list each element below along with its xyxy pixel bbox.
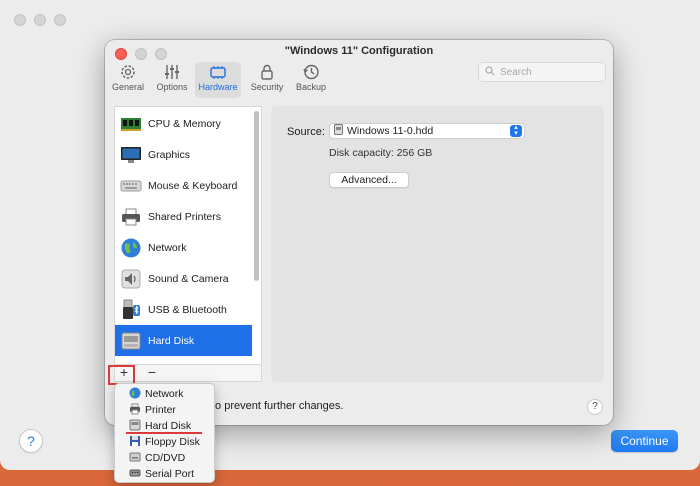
source-value: Windows 11-0.hdd	[347, 125, 434, 137]
printer-icon	[120, 206, 142, 228]
menu-item-serial-port[interactable]: Serial Port	[115, 466, 214, 482]
tab-hardware[interactable]: Hardware	[195, 62, 241, 98]
tab-label: Hardware	[198, 82, 238, 92]
menu-item-network[interactable]: Network	[115, 386, 214, 402]
search-input[interactable]: Search	[478, 62, 606, 82]
hardware-list: CPU & Memory Graphics Mouse & Keyboard S…	[114, 106, 262, 364]
menu-item-printer[interactable]: Printer	[115, 402, 214, 418]
continue-button[interactable]: Continue	[611, 430, 678, 452]
window-title: "Windows 11" Configuration	[284, 45, 434, 57]
tab-label: Options	[156, 82, 188, 92]
sidebar-item-label: Mouse & Keyboard	[148, 179, 238, 192]
sidebar-item-network[interactable]: Network	[115, 232, 252, 263]
zoom-button[interactable]	[54, 14, 66, 26]
source-label: Source:	[287, 126, 325, 138]
tab-label: Backup	[295, 82, 327, 92]
sidebar-item-hard-disk[interactable]: Hard Disk	[115, 325, 252, 356]
lock-icon	[244, 62, 290, 82]
scrollbar-thumb[interactable]	[254, 111, 259, 281]
floppy-icon	[129, 435, 141, 450]
sidebar-item-cpu-memory[interactable]: CPU & Memory	[115, 108, 252, 139]
background-window-controls	[14, 14, 66, 26]
remove-device-button[interactable]: −	[143, 365, 161, 381]
list-actions-bar: + −	[114, 364, 262, 382]
hard-disk-icon	[120, 330, 142, 352]
sidebar-item-label: Hard Disk	[148, 334, 195, 347]
hard-disk-settings-pane: Source: Windows 11-0.hdd ▴ ▾ Disk capacit…	[271, 106, 604, 382]
help-button[interactable]: ?	[19, 429, 43, 453]
advanced-button[interactable]: Advanced...	[329, 172, 409, 188]
sidebar-item-label: CPU & Memory	[148, 117, 221, 130]
sidebar-item-graphics[interactable]: Graphics	[115, 139, 252, 170]
tab-security[interactable]: Security	[244, 62, 290, 98]
disk-file-icon	[334, 124, 343, 138]
add-button-highlight	[108, 365, 135, 385]
cd-icon	[129, 451, 141, 466]
sidebar-item-label: USB & Bluetooth	[148, 303, 227, 316]
sidebar-item-label: Graphics	[148, 148, 191, 161]
hard-disk-underline-annotation	[126, 432, 202, 434]
globe-icon	[120, 237, 142, 259]
source-select[interactable]: Windows 11-0.hdd ▴ ▾	[329, 123, 525, 139]
tab-general[interactable]: General	[105, 62, 151, 98]
search-placeholder: Search	[500, 66, 532, 78]
menu-item-floppy-disk[interactable]: Floppy Disk	[115, 434, 214, 450]
sidebar-item-mouse-keyboard[interactable]: Mouse & Keyboard	[115, 170, 252, 201]
usb-icon	[120, 299, 142, 321]
lock-hint-text: to prevent further changes.	[212, 400, 344, 412]
menu-item-label: Printer	[145, 404, 176, 416]
sidebar-item-shared-printers[interactable]: Shared Printers	[115, 201, 252, 232]
help-button[interactable]: ?	[587, 399, 603, 415]
sidebar-scrollbar[interactable]	[253, 109, 260, 364]
disk-capacity: Disk capacity: 256 GB	[329, 147, 433, 159]
monitor-icon	[120, 144, 142, 166]
chevron-updown-icon: ▴ ▾	[510, 124, 522, 137]
sidebar-item-label: Shared Printers	[148, 210, 221, 223]
menu-item-label: Serial Port	[145, 468, 195, 480]
globe-icon	[129, 387, 141, 402]
keyboard-icon	[120, 175, 142, 197]
tab-label: General	[111, 82, 145, 92]
sidebar-item-usb-bluetooth[interactable]: USB & Bluetooth	[115, 294, 252, 325]
sliders-icon	[149, 62, 195, 82]
sidebar-item-label: Network	[148, 241, 187, 254]
configuration-window: "Windows 11" Configuration General Optio…	[105, 40, 613, 425]
close-button[interactable]	[14, 14, 26, 26]
tab-options[interactable]: Options	[149, 62, 195, 98]
menu-item-label: Network	[145, 388, 184, 400]
menu-item-label: Floppy Disk	[145, 436, 200, 448]
menu-item-label: Hard Disk	[145, 420, 192, 432]
gear-icon	[105, 62, 151, 82]
menu-item-label: CD/DVD	[145, 452, 186, 464]
cpu-icon	[120, 113, 142, 135]
speaker-icon	[120, 268, 142, 290]
sidebar-item-label: Sound & Camera	[148, 272, 229, 285]
tab-backup[interactable]: Backup	[288, 62, 334, 98]
minimize-button[interactable]	[34, 14, 46, 26]
menu-item-cd-dvd[interactable]: CD/DVD	[115, 450, 214, 466]
clock-icon	[288, 62, 334, 82]
sidebar-item-sound-camera[interactable]: Sound & Camera	[115, 263, 252, 294]
tab-label: Security	[250, 82, 284, 92]
chip-icon	[195, 62, 241, 82]
printer-icon	[129, 403, 141, 418]
search-icon	[485, 65, 495, 79]
serial-port-icon	[129, 467, 141, 482]
